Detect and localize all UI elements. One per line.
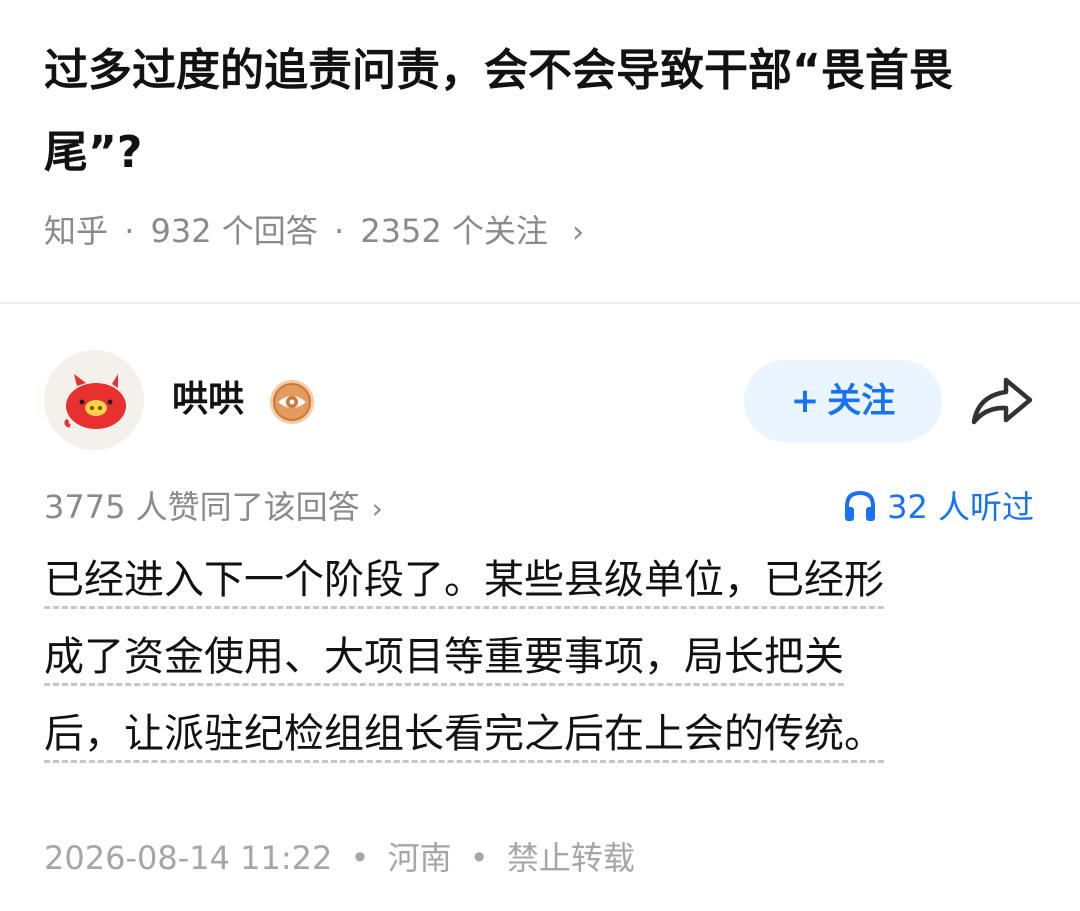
copyright-notice: 禁止转载	[506, 839, 635, 877]
share-arrow-icon[interactable]	[970, 374, 1034, 428]
plus-icon: +	[790, 381, 820, 421]
question-meta[interactable]: 知乎 · 932 个回答 · 2352 个关注 ›	[44, 207, 584, 257]
answer-datetime: 2026-08-14 11:22	[44, 839, 333, 877]
meta-separator: ·	[333, 212, 345, 250]
chevron-right-icon: ›	[572, 215, 585, 250]
answer-line: 成了资金使用、大项目等重要事项，局长把关	[44, 631, 844, 686]
answer-footer-meta: 2026-08-14 11:22 • 河南 • 禁止转载	[44, 834, 635, 882]
follow-label: 关注	[827, 381, 896, 421]
author-name[interactable]: 哄哄	[172, 376, 244, 424]
eye-badge-icon[interactable]	[268, 378, 316, 426]
answer-body[interactable]: 已经进入下一个阶段了。某些县级单位，已经形 成了资金使用、大项目等重要事项，局长…	[44, 554, 1034, 785]
meta-separator: •	[350, 839, 370, 877]
meta-separator: ·	[124, 212, 135, 250]
question-title[interactable]: 过多过度的追责问责，会不会导致干部“畏首畏尾”?	[44, 30, 1034, 194]
follow-button[interactable]: + 关注	[744, 360, 942, 442]
answer-line: 后，让派驻纪检组组长看完之后在上会的传统。	[44, 708, 884, 763]
stats-row: 3775 人赞同了该回答 › 32 人听过	[0, 482, 1080, 532]
author-row: 哄哄 + 关注	[0, 350, 1080, 450]
question-header: 过多过度的追责问责，会不会导致干部“畏首畏尾”? 知乎 · 932 个回答 · …	[0, 0, 1080, 300]
listen-count[interactable]: 32 人听过	[843, 482, 1034, 532]
answer-location: 河南	[387, 839, 452, 877]
source-label: 知乎	[44, 212, 109, 250]
followers-count: 2352 个关注	[360, 212, 548, 250]
meta-separator: •	[469, 839, 489, 877]
pig-avatar-icon[interactable]	[44, 350, 144, 450]
answers-count: 932 个回答	[150, 212, 318, 250]
approvals-count: 3775 人赞同了该回答	[44, 488, 360, 526]
section-divider	[0, 302, 1080, 304]
headphones-icon	[845, 490, 876, 521]
answer-line: 已经进入下一个阶段了。某些县级单位，已经形	[44, 554, 884, 609]
chevron-right-icon: ›	[371, 492, 383, 525]
listeners-count: 32 人听过	[887, 488, 1034, 526]
approvals-link[interactable]: 3775 人赞同了该回答 ›	[44, 482, 383, 534]
